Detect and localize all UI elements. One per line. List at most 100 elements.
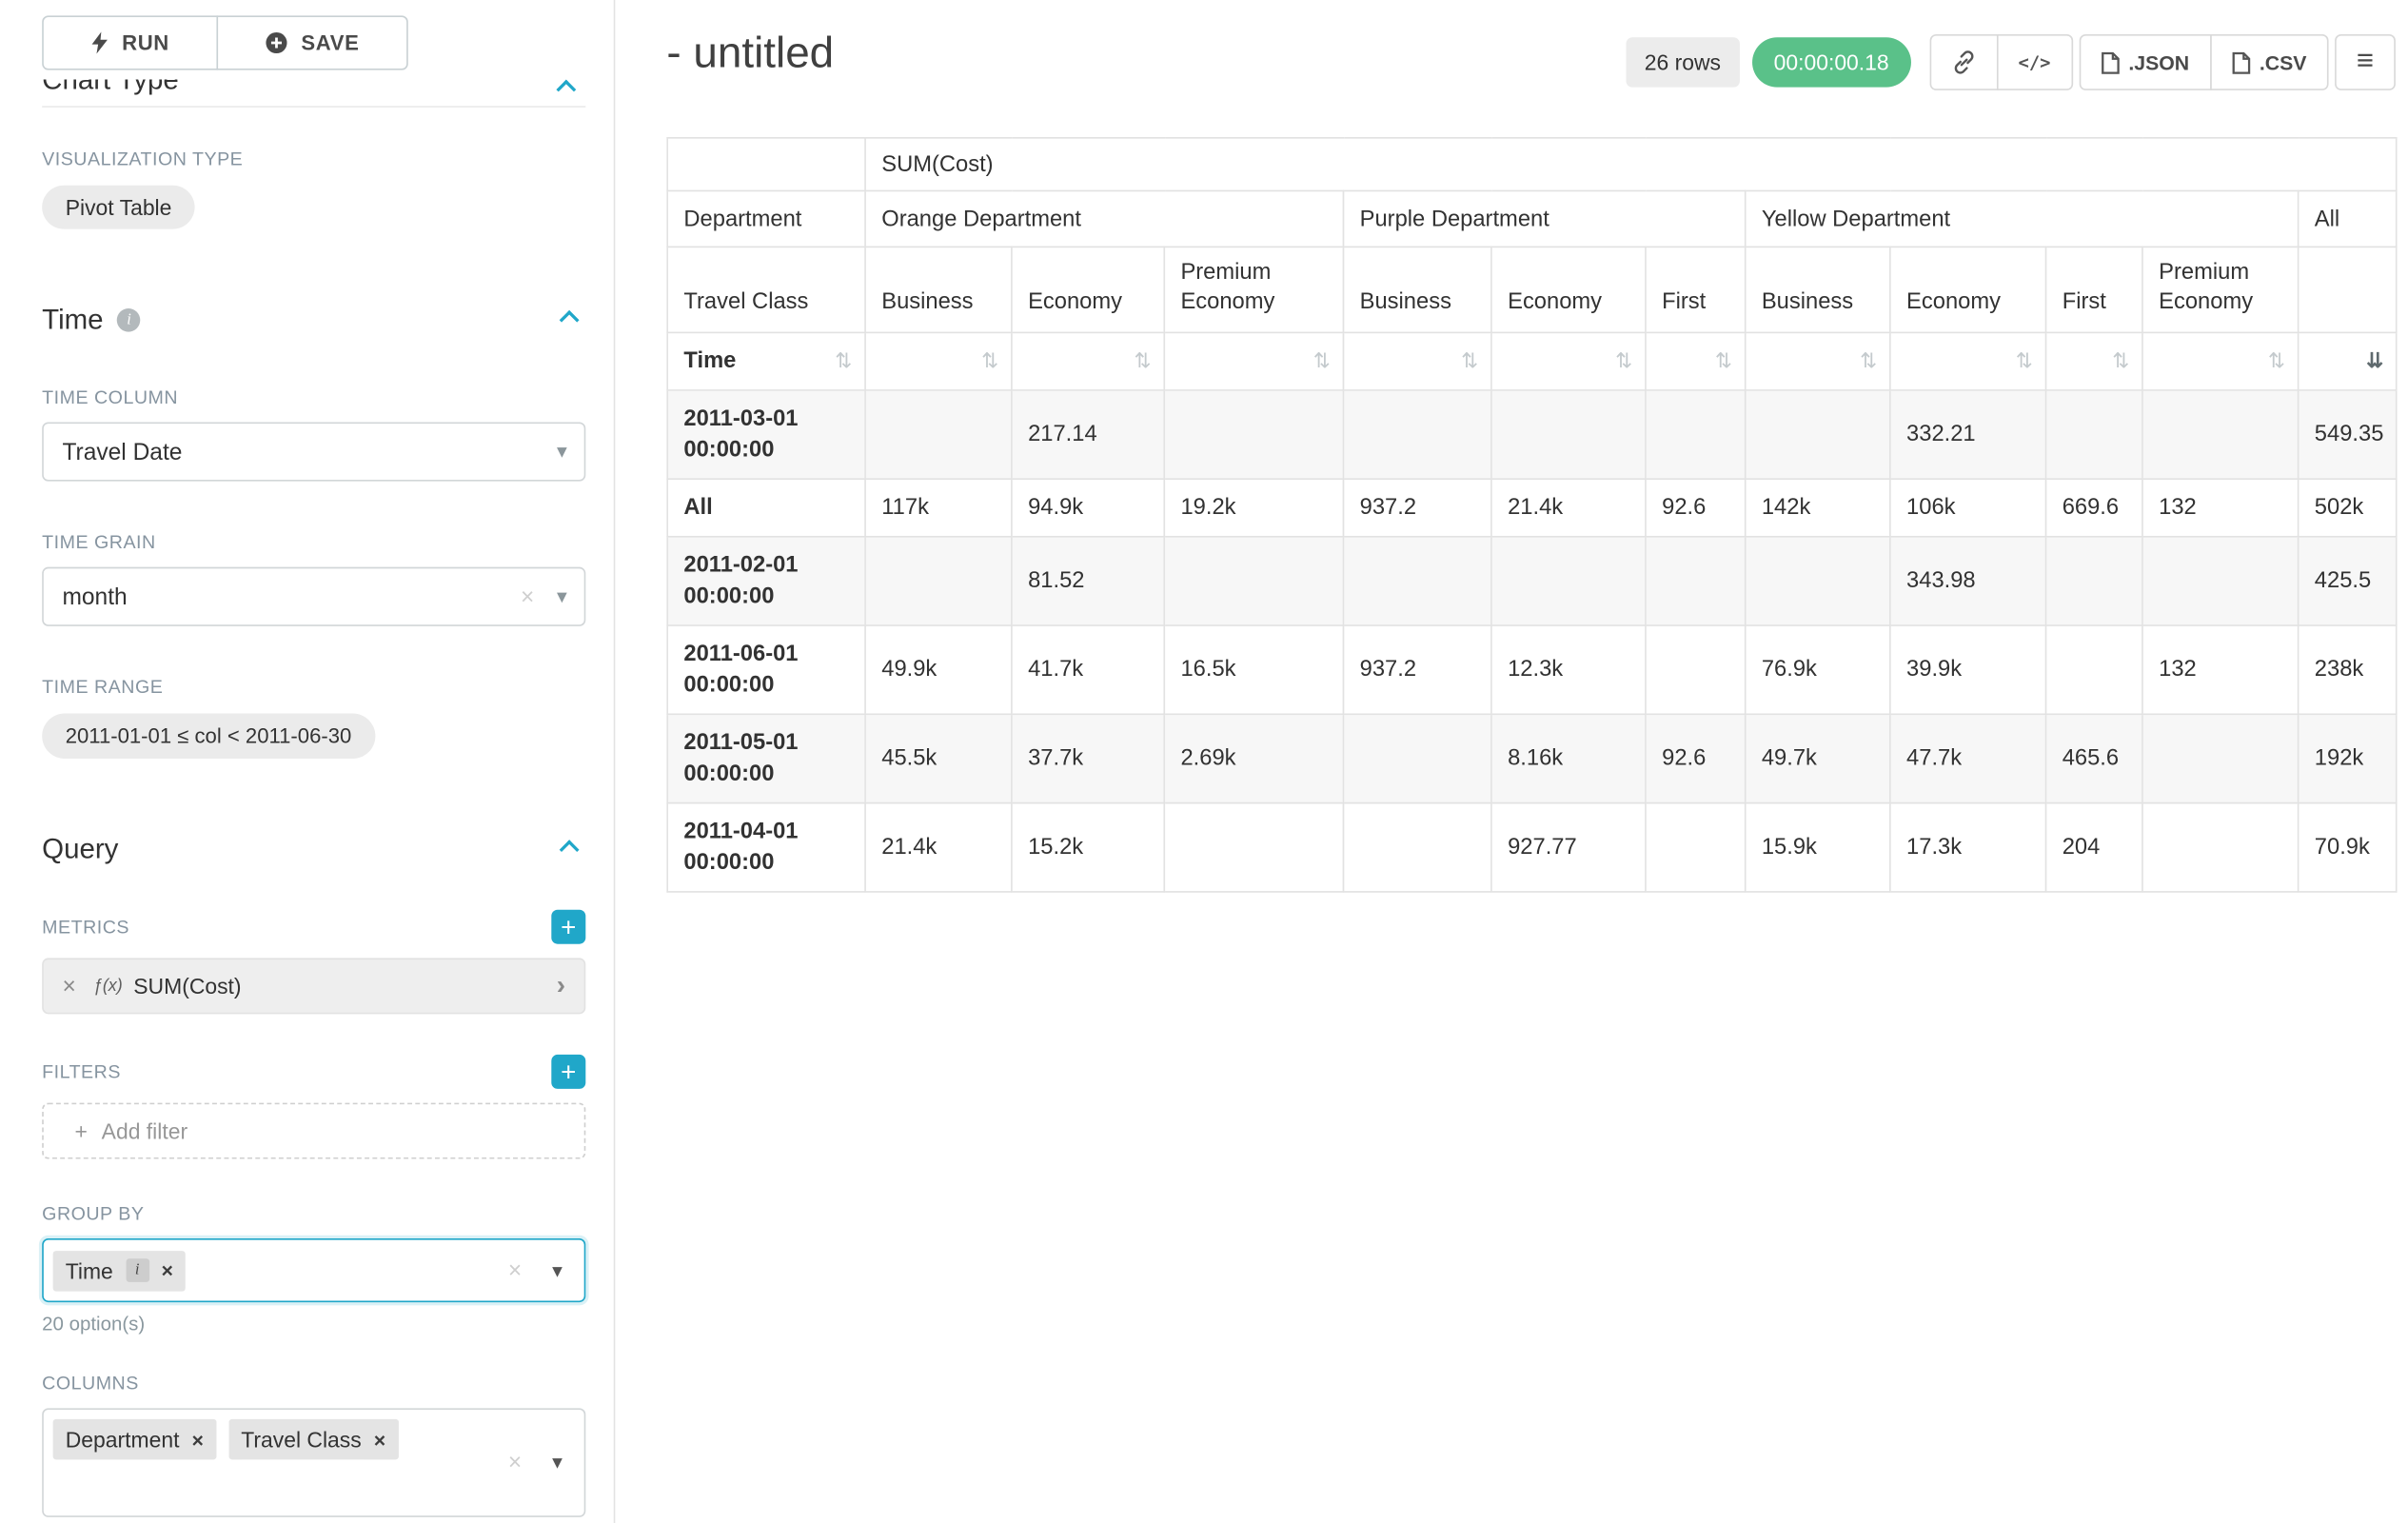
sort-icon[interactable]: ⇅: [2268, 349, 2285, 374]
time-range-pill[interactable]: 2011-01-01 ≤ col < 2011-06-30: [42, 714, 375, 759]
remove-metric-icon[interactable]: ×: [62, 973, 75, 999]
chevron-up-icon[interactable]: [560, 310, 580, 330]
pill-remove-icon[interactable]: ×: [374, 1428, 385, 1452]
download-json-button[interactable]: .JSON: [2079, 34, 2211, 90]
pivot-cell: 204: [2046, 803, 2142, 892]
time-grain-label: TIME GRAIN: [42, 531, 585, 553]
pivot-leaf-header: Economy: [1012, 247, 1164, 332]
sort-icon[interactable]: ⇅: [835, 349, 852, 374]
pivot-metric-header: SUM(Cost): [865, 138, 2397, 191]
pivot-cell: 132: [2142, 479, 2299, 537]
caret-down-icon: ▾: [557, 584, 567, 609]
save-button[interactable]: SAVE: [216, 15, 407, 69]
results-menu-button[interactable]: ≡: [2335, 34, 2396, 90]
info-icon[interactable]: i: [117, 308, 141, 332]
sort-icon[interactable]: ⇅: [1135, 349, 1152, 374]
pill-info-icon[interactable]: i: [126, 1258, 149, 1282]
pivot-head: SUM(Cost)DepartmentOrange DepartmentPurp…: [667, 138, 2397, 390]
columns-pill[interactable]: Travel Class ×: [228, 1419, 398, 1460]
columns-label: COLUMNS: [42, 1373, 585, 1394]
group-by-select[interactable]: Timei× × ▾: [42, 1238, 585, 1302]
bolt-icon: [90, 31, 109, 55]
pivot-data-row: 2011-03-01 00:00:00217.14332.21549.35: [667, 390, 2397, 479]
sort-icon[interactable]: ⇅: [1461, 349, 1478, 374]
pill-remove-icon[interactable]: ×: [192, 1428, 204, 1452]
pivot-cell: 117k: [865, 479, 1012, 537]
time-section-header[interactable]: Time i: [42, 304, 585, 336]
time-grain-select[interactable]: month × ▾: [42, 567, 585, 626]
query-toolbar: RUN SAVE: [42, 15, 585, 69]
metric-pill[interactable]: × ƒ(x) SUM(Cost) ›: [42, 958, 585, 1014]
chevron-up-icon[interactable]: [560, 840, 580, 860]
columns-pill[interactable]: Department×: [53, 1419, 216, 1460]
pivot-cell: [1491, 537, 1646, 625]
save-button-label: SAVE: [301, 31, 359, 55]
pivot-cell: [1343, 537, 1490, 625]
sort-icon[interactable]: ⇅: [2016, 349, 2033, 374]
pivot-cell: 49.7k: [1746, 714, 1890, 802]
pivot-row-dimension-label: Travel Class: [667, 247, 865, 332]
add-filter-plus-button[interactable]: +: [551, 1055, 585, 1089]
sort-icon[interactable]: ⇊: [2366, 349, 2383, 374]
query-section-header[interactable]: Query: [42, 834, 585, 866]
time-range-label: TIME RANGE: [42, 676, 585, 698]
pivot-cell: [1646, 625, 1746, 714]
visualization-type-value[interactable]: Pivot Table: [42, 186, 195, 229]
pivot-leaf-header: [2299, 247, 2397, 332]
pivot-cell: [1646, 537, 1746, 625]
copy-link-button[interactable]: [1929, 34, 1998, 90]
pivot-row-label: All: [667, 479, 865, 537]
sort-icon[interactable]: ⇅: [1313, 349, 1331, 374]
plus-circle-icon: [266, 31, 289, 55]
run-button[interactable]: RUN: [42, 15, 218, 69]
clear-icon[interactable]: ×: [508, 1257, 522, 1284]
pill-label: Travel Class: [241, 1427, 361, 1452]
embed-code-button[interactable]: </>: [1997, 34, 2073, 90]
caret-down-icon[interactable]: ▾: [552, 1257, 563, 1282]
group-by-options-hint: 20 option(s): [42, 1314, 585, 1335]
sort-icon[interactable]: ⇅: [1860, 349, 1877, 374]
clear-icon[interactable]: ×: [521, 583, 534, 610]
chevron-right-icon[interactable]: ›: [557, 971, 565, 1002]
menu-icon: ≡: [2357, 45, 2374, 79]
pivot-cell: 8.16k: [1491, 714, 1646, 802]
pivot-cell: 192k: [2299, 714, 2397, 802]
pivot-leaf-header: Economy: [1890, 247, 2046, 332]
function-icon: ƒ(x): [93, 977, 123, 996]
sort-icon[interactable]: ⇅: [981, 349, 998, 374]
time-section-title: Time: [42, 304, 103, 336]
caret-down-icon[interactable]: ▾: [552, 1451, 563, 1475]
columns-select[interactable]: Department× Travel Class × × ▾: [42, 1408, 585, 1517]
pivot-leaf-header: Economy: [1491, 247, 1646, 332]
time-column-label: TIME COLUMN: [42, 386, 585, 408]
download-csv-button[interactable]: .CSV: [2209, 34, 2328, 90]
clear-icon[interactable]: ×: [508, 1450, 522, 1476]
pivot-body: 2011-03-01 00:00:00217.14332.21549.35All…: [667, 390, 2397, 892]
time-column-select[interactable]: Travel Date ▾: [42, 422, 585, 481]
time-grain-value: month: [62, 583, 127, 610]
add-filter-button[interactable]: + Add filter: [42, 1103, 585, 1159]
pivot-cell: 92.6: [1646, 479, 1746, 537]
pivot-cell: [865, 537, 1012, 625]
pivot-cell: 19.2k: [1164, 479, 1343, 537]
group-by-pill[interactable]: Timei×: [53, 1250, 186, 1291]
pivot-cell: 937.2: [1343, 625, 1490, 714]
pivot-cell: [2046, 625, 2142, 714]
control-panel: RUN SAVE Chart Type VISUALIZATION TYPE P…: [0, 0, 615, 1523]
pivot-cell: 15.9k: [1746, 803, 1890, 892]
visualization-type-label: VISUALIZATION TYPE: [42, 148, 585, 169]
pivot-row-label: 2011-05-01 00:00:00: [667, 714, 865, 802]
download-json-label: .JSON: [2128, 50, 2189, 74]
pivot-data-row: All117k94.9k19.2k937.221.4k92.6142k106k6…: [667, 479, 2397, 537]
add-metric-button[interactable]: +: [551, 910, 585, 944]
chart-type-section-header[interactable]: Chart Type: [42, 79, 585, 101]
pill-remove-icon[interactable]: ×: [162, 1258, 173, 1282]
pivot-cell: 238k: [2299, 625, 2397, 714]
file-icon: [2101, 50, 2120, 74]
sort-icon[interactable]: ⇅: [2112, 349, 2129, 374]
pivot-cell: 49.9k: [865, 625, 1012, 714]
sort-icon[interactable]: ⇅: [1715, 349, 1732, 374]
pivot-leaf-header: First: [2046, 247, 2142, 332]
pivot-cell: 39.9k: [1890, 625, 2046, 714]
sort-icon[interactable]: ⇅: [1615, 349, 1632, 374]
